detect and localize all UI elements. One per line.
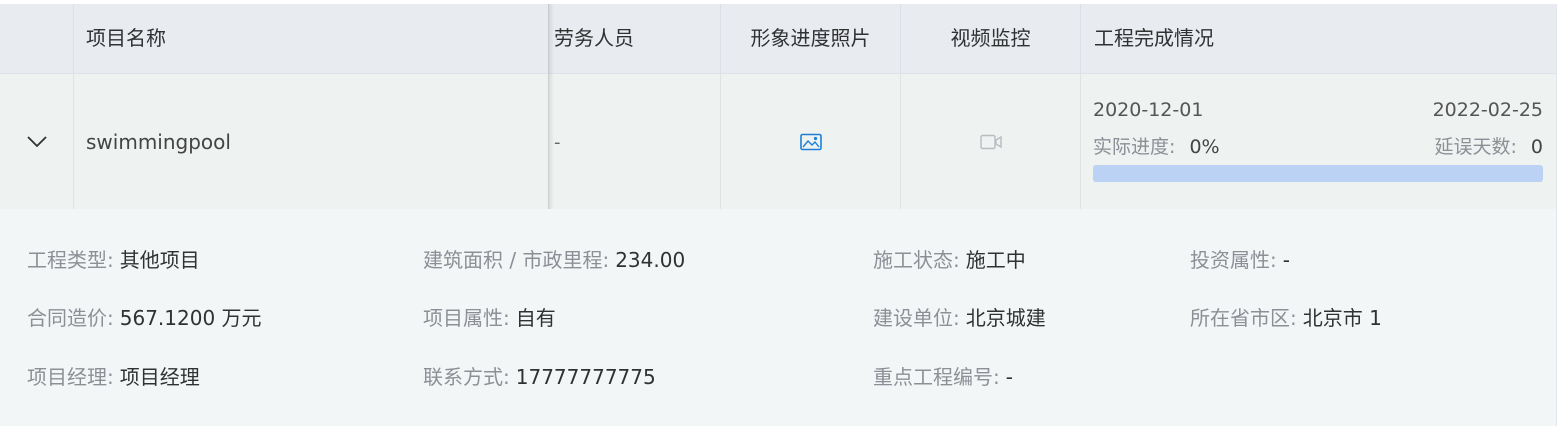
actual-progress-value: 0%: [1189, 136, 1220, 158]
project-type-value: 其他项目: [119, 248, 200, 272]
region-value: 北京市 1: [1302, 306, 1382, 330]
column-header-photos: 形象进度照片: [721, 4, 901, 73]
contract-value: 567.1200 万元: [119, 306, 262, 330]
property-value: 自有: [515, 306, 556, 330]
builder-label: 建设单位:: [873, 306, 960, 330]
project-type-label: 工程类型:: [27, 248, 114, 272]
property-label: 项目属性:: [423, 306, 510, 330]
investment-value: -: [1282, 248, 1290, 272]
detail-area: 建筑面积 / 市政里程: 234.00: [423, 244, 685, 273]
table-header: 项目名称 劳务人员 形象进度照片 视频监控 工程完成情况: [0, 4, 1556, 74]
area-label: 建筑面积 / 市政里程:: [423, 248, 610, 272]
manager-label: 项目经理:: [27, 365, 114, 389]
key-project-label: 重点工程编号:: [873, 365, 1000, 389]
detail-region: 所在省市区: 北京市 1: [1190, 302, 1382, 331]
completion-cell: 2020-12-01 2022-02-25 实际进度: 0% 延误天数: 0: [1081, 74, 1556, 209]
detail-project-type: 工程类型: 其他项目: [27, 244, 200, 273]
status-label: 施工状态:: [873, 248, 960, 272]
project-name: swimmingpool: [86, 130, 231, 154]
detail-property: 项目属性: 自有: [423, 302, 556, 331]
expanded-detail-panel: 工程类型: 其他项目 建筑面积 / 市政里程: 234.00 施工状态: 施工中 投资…: [0, 209, 1556, 426]
chevron-down-icon[interactable]: [26, 132, 48, 150]
name-cell: swimmingpool: [74, 74, 549, 209]
column-header-completion: 工程完成情况: [1094, 26, 1214, 50]
column-header-video: 视频监控: [901, 4, 1081, 73]
detail-contract: 合同造价: 567.1200 万元: [27, 302, 262, 331]
project-table: 项目名称 劳务人员 形象进度照片 视频监控 工程完成情况 swimmingpoo…: [0, 4, 1557, 426]
table-row[interactable]: swimmingpool - 2020-12-01 2022-02-25 实际进…: [0, 74, 1556, 209]
detail-manager: 项目经理: 项目经理: [27, 361, 200, 390]
region-label: 所在省市区:: [1190, 306, 1297, 330]
labor-value: -: [554, 132, 561, 153]
detail-contact: 联系方式: 17777777775: [423, 361, 656, 390]
expand-cell[interactable]: [0, 74, 74, 209]
image-icon[interactable]: [800, 133, 822, 151]
contract-label: 合同造价:: [27, 306, 114, 330]
contact-label: 联系方式:: [423, 365, 510, 389]
manager-value: 项目经理: [119, 365, 200, 389]
video-cell: [901, 74, 1081, 209]
status-value: 施工中: [965, 248, 1026, 272]
labor-cell: -: [549, 74, 721, 209]
expand-column-header: [0, 4, 74, 73]
progress-bar-track: [1093, 165, 1543, 182]
contact-value: 17777777775: [515, 365, 656, 389]
delay-days: 延误天数: 0: [1434, 132, 1543, 159]
column-header-name: 项目名称: [74, 4, 549, 73]
detail-investment: 投资属性: -: [1190, 244, 1290, 273]
builder-value: 北京城建: [965, 306, 1046, 330]
progress-bar: [1093, 165, 1543, 182]
actual-progress: 实际进度: 0%: [1093, 132, 1220, 159]
delay-days-value: 0: [1530, 136, 1543, 158]
video-camera-icon[interactable]: [980, 134, 1002, 150]
detail-builder: 建设单位: 北京城建: [873, 302, 1046, 331]
delay-days-label: 延误天数:: [1434, 136, 1517, 158]
actual-progress-label: 实际进度:: [1093, 136, 1176, 158]
key-project-value: -: [1005, 365, 1013, 389]
start-date: 2020-12-01: [1093, 99, 1204, 121]
investment-label: 投资属性:: [1190, 248, 1277, 272]
detail-key-project: 重点工程编号: -: [873, 361, 1013, 390]
detail-status: 施工状态: 施工中: [873, 244, 1026, 273]
end-date: 2022-02-25: [1432, 99, 1543, 121]
area-value: 234.00: [615, 248, 686, 272]
column-header-labor: 劳务人员: [549, 4, 721, 73]
photos-cell: [721, 74, 901, 209]
